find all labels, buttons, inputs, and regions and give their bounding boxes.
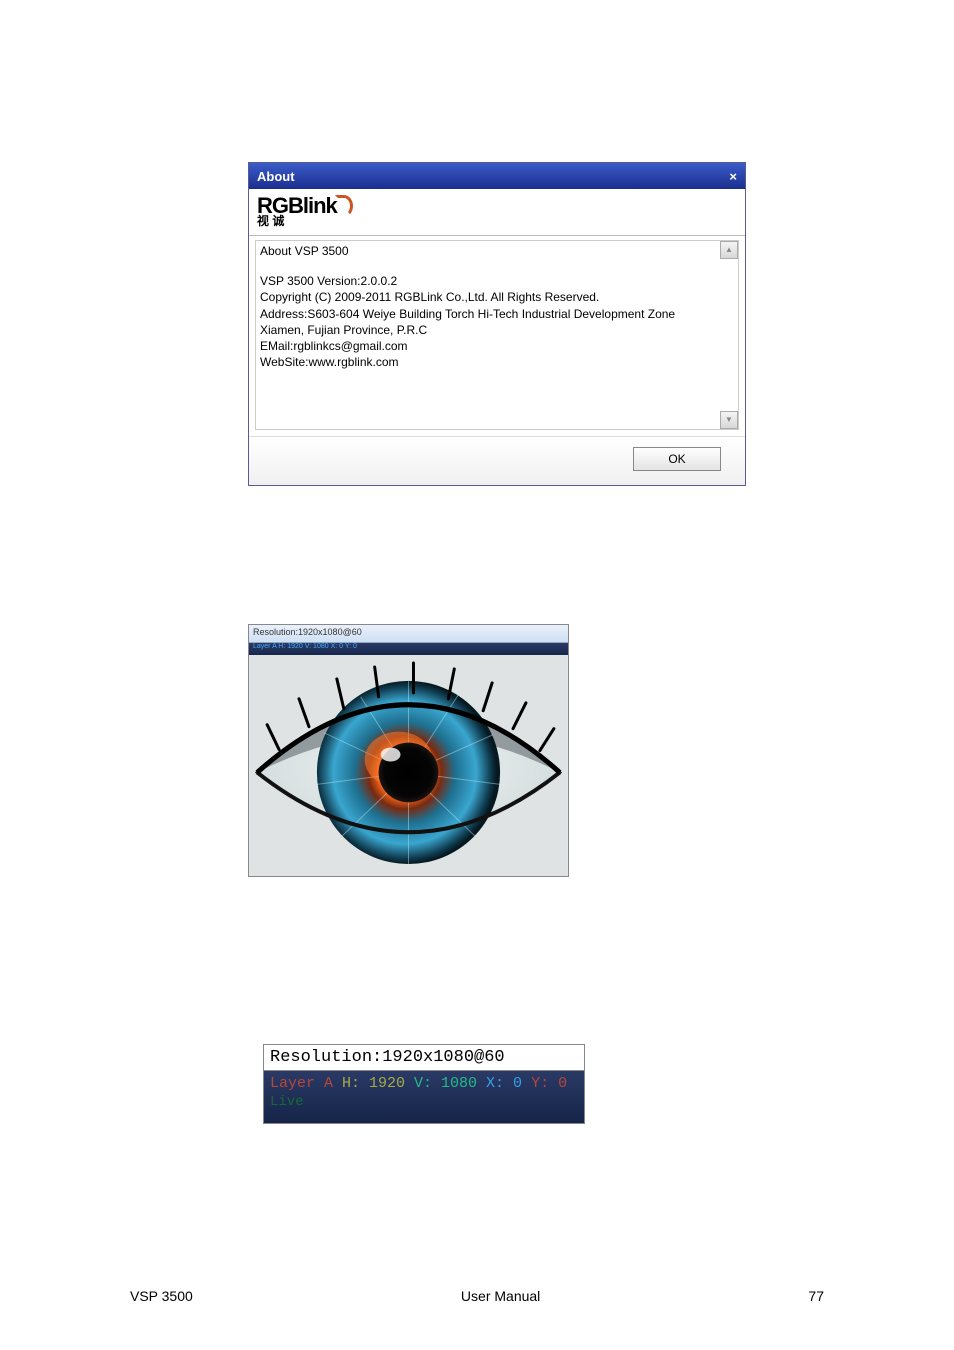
resolution-text: Resolution:1920x1080@60 bbox=[264, 1045, 584, 1071]
y-value: Y: 0 bbox=[531, 1075, 567, 1092]
footer-page-number: 77 bbox=[808, 1288, 824, 1304]
scroll-down-button[interactable]: ▼ bbox=[720, 411, 738, 429]
logo-curve-icon bbox=[335, 195, 353, 217]
footer-product: VSP 3500 bbox=[130, 1288, 193, 1304]
about-line: EMail:rgblinkcs@gmail.com bbox=[260, 338, 734, 354]
layer-prefix: Layer A bbox=[270, 1075, 342, 1092]
about-body: ▲ About VSP 3500 VSP 3500 Version:2.0.0.… bbox=[249, 236, 745, 436]
preview-canvas bbox=[249, 655, 568, 876]
h-value: H: 1920 bbox=[342, 1075, 414, 1092]
blank-line bbox=[260, 259, 734, 273]
about-line: Xiamen, Fujian Province, P.R.C bbox=[260, 322, 734, 338]
about-dialog: About × RGBlink 视 诚 ▲ About VSP 3500 VSP… bbox=[248, 162, 746, 486]
preview-titlebar: Resolution:1920x1080@60 bbox=[249, 625, 568, 643]
about-titlebar: About × bbox=[249, 163, 745, 189]
resolution-detail: Resolution:1920x1080@60 Layer A H: 1920 … bbox=[263, 1044, 585, 1124]
document-page: About × RGBlink 视 诚 ▲ About VSP 3500 VSP… bbox=[0, 0, 954, 1350]
about-logo-row: RGBlink 视 诚 bbox=[249, 189, 745, 236]
close-icon[interactable]: × bbox=[729, 169, 737, 184]
about-heading: About VSP 3500 bbox=[260, 243, 734, 259]
ok-button[interactable]: OK bbox=[633, 447, 721, 471]
page-footer: VSP 3500 User Manual 77 bbox=[0, 1288, 954, 1304]
x-value: X: 0 bbox=[486, 1075, 531, 1092]
about-line: VSP 3500 Version:2.0.0.2 bbox=[260, 273, 734, 289]
layer-info: Layer A H: 1920 V: 1080 X: 0 Y: 0 Live bbox=[264, 1071, 584, 1123]
about-footer: OK bbox=[249, 436, 745, 485]
about-title-text: About bbox=[257, 169, 295, 184]
about-line: Address:S603-604 Weiye Building Torch Hi… bbox=[260, 306, 734, 322]
about-text-area: ▲ About VSP 3500 VSP 3500 Version:2.0.0.… bbox=[255, 240, 739, 430]
v-value: V: 1080 bbox=[414, 1075, 486, 1092]
footer-title: User Manual bbox=[461, 1288, 540, 1304]
preview-window: Resolution:1920x1080@60 Layer A H: 1920 … bbox=[248, 624, 569, 877]
scroll-up-button[interactable]: ▲ bbox=[720, 241, 738, 259]
eye-image bbox=[249, 655, 568, 876]
logo-subtext: 视 诚 bbox=[257, 215, 353, 227]
status-line: Live bbox=[270, 1094, 578, 1112]
about-line: Copyright (C) 2009-2011 RGBLink Co.,Ltd.… bbox=[260, 289, 734, 305]
preview-info-strip: Layer A H: 1920 V: 1080 X: 0 Y: 0 bbox=[249, 643, 568, 655]
rgblink-logo: RGBlink 视 诚 bbox=[257, 195, 353, 227]
about-line: WebSite:www.rgblink.com bbox=[260, 354, 734, 370]
